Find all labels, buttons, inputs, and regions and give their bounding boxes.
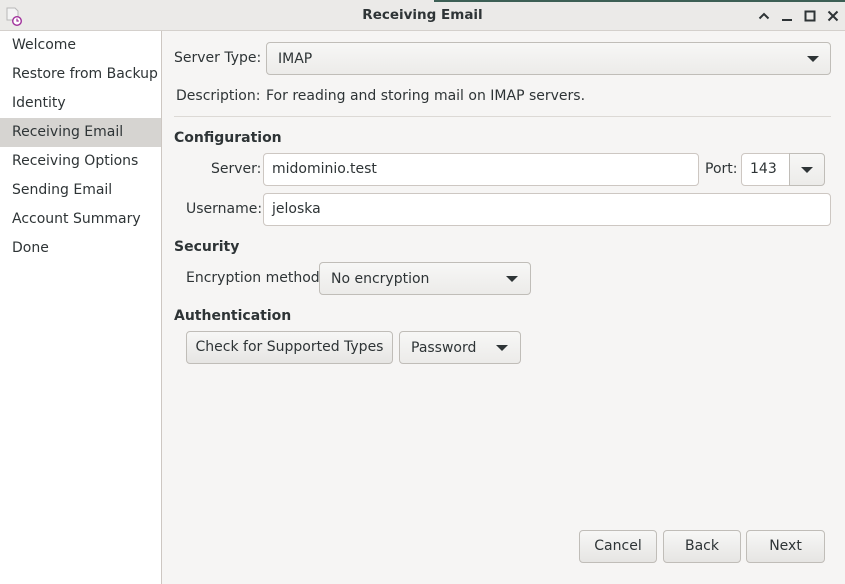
close-icon[interactable] xyxy=(825,8,841,24)
window-title: Receiving Email xyxy=(362,7,483,23)
username-input[interactable]: jeloska xyxy=(263,193,831,226)
sidebar-item-restore-from-backup[interactable]: Restore from Backup xyxy=(0,60,161,89)
username-label: Username: xyxy=(186,201,263,217)
encryption-method-dropdown[interactable]: No encryption xyxy=(319,262,531,295)
sidebar-item-receiving-options[interactable]: Receiving Options xyxy=(0,147,161,176)
configuration-header: Configuration xyxy=(174,130,282,146)
server-type-label: Server Type: xyxy=(174,50,262,66)
sidebar-item-account-summary[interactable]: Account Summary xyxy=(0,205,161,234)
next-button[interactable]: Next xyxy=(746,530,825,563)
chevron-down-icon xyxy=(807,55,819,62)
port-input[interactable]: 143 xyxy=(741,153,791,186)
server-type-value: IMAP xyxy=(278,50,313,67)
minimize-icon[interactable] xyxy=(779,8,795,24)
server-label: Server: xyxy=(211,161,262,177)
title-accent-line xyxy=(434,0,845,2)
sidebar-item-identity[interactable]: Identity xyxy=(0,89,161,118)
server-input[interactable]: midominio.test xyxy=(263,153,699,186)
auth-method-dropdown[interactable]: Password xyxy=(399,331,521,364)
sidebar-item-sending-email[interactable]: Sending Email xyxy=(0,176,161,205)
encryption-method-label: Encryption method: xyxy=(186,270,325,286)
title-bar: Receiving Email xyxy=(0,0,845,31)
sidebar-item-done[interactable]: Done xyxy=(0,234,161,263)
check-supported-types-button[interactable]: Check for Supported Types xyxy=(186,331,393,364)
maximize-icon[interactable] xyxy=(802,8,818,24)
auth-method-value: Password xyxy=(411,339,477,356)
port-dropdown-button[interactable] xyxy=(789,153,825,186)
chevron-up-icon[interactable] xyxy=(756,8,772,24)
security-header: Security xyxy=(174,239,240,255)
sidebar-item-welcome[interactable]: Welcome xyxy=(0,31,161,60)
description-value: For reading and storing mail on IMAP ser… xyxy=(266,88,586,104)
authentication-header: Authentication xyxy=(174,308,292,324)
cancel-button[interactable]: Cancel xyxy=(579,530,657,563)
assistant-sidebar: Welcome Restore from Backup Identity Rec… xyxy=(0,31,162,584)
chevron-down-icon xyxy=(506,275,518,282)
encryption-method-value: No encryption xyxy=(331,270,430,287)
server-type-dropdown[interactable]: IMAP xyxy=(266,42,831,75)
port-label: Port: xyxy=(705,161,738,177)
section-separator xyxy=(174,116,831,117)
chevron-down-icon xyxy=(801,166,813,173)
back-button[interactable]: Back xyxy=(663,530,741,563)
sidebar-item-receiving-email[interactable]: Receiving Email xyxy=(0,118,161,147)
chevron-down-icon xyxy=(496,344,508,351)
description-label: Description: xyxy=(176,88,261,104)
